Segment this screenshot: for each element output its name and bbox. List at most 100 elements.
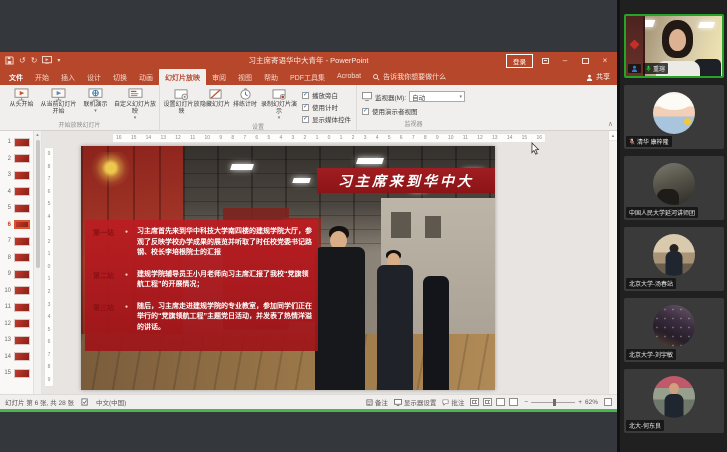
notes-button[interactable]: 备注 <box>366 397 388 407</box>
setup-slideshow-button[interactable]: 设置幻灯片放映 <box>163 87 200 116</box>
thumbnail-scrollbar[interactable]: ▴ <box>34 131 42 394</box>
present-online-button[interactable]: 联机演示 ▾ <box>77 87 114 115</box>
reading-view-button[interactable] <box>496 398 505 406</box>
scroll-up-icon[interactable]: ▴ <box>34 131 41 139</box>
video-tile[interactable]: 清华 康梓隆 <box>624 85 724 149</box>
language-status[interactable]: 中文(中国) <box>96 397 126 407</box>
scrollbar-thumb[interactable] <box>36 140 40 268</box>
tab-review[interactable]: 审阅 <box>206 69 232 85</box>
from-beginning-button[interactable]: 从头开始 <box>3 87 40 109</box>
ruler-tick-label: 4 <box>376 135 379 141</box>
login-button[interactable]: 登录 <box>506 54 533 68</box>
tab-slideshow[interactable]: 幻灯片放映 <box>159 69 206 85</box>
checkbox-checked-icon: ✓ <box>362 108 369 115</box>
video-tile[interactable]: 北京大学-汤春站 <box>624 227 724 291</box>
video-tile[interactable]: 中国人民大学延河讲师团 <box>624 156 724 220</box>
zoom-slider[interactable] <box>531 402 575 403</box>
tab-acrobat[interactable]: Acrobat <box>331 69 367 85</box>
use-presenter-view-checkbox[interactable]: ✓ 使用演示者视图 <box>362 106 465 116</box>
avatar-sunset-silhouette <box>653 234 695 276</box>
restore-button[interactable] <box>577 54 593 67</box>
monitor-select[interactable]: 自动 ▾ <box>409 91 465 102</box>
spellcheck-icon[interactable] <box>81 398 89 406</box>
slide-thumbnail[interactable]: 5 <box>0 200 33 217</box>
slide-number: 4 <box>3 189 11 195</box>
ruler-tick-label: 5 <box>48 201 51 207</box>
share-button[interactable]: 共享 <box>586 69 614 85</box>
record-slideshow-label: 录制幻灯片演示 <box>260 102 298 116</box>
ruler-tick-label: 13 <box>492 135 498 141</box>
setup-slideshow-label: 设置幻灯片放映 <box>163 102 200 116</box>
hide-slide-button[interactable]: 隐藏幻灯片 <box>200 87 230 109</box>
tab-design[interactable]: 设计 <box>81 69 107 85</box>
slide-thumbnail[interactable]: 10 <box>0 283 33 300</box>
zoom-in-icon[interactable]: + <box>578 399 582 406</box>
fit-to-window-icon[interactable] <box>604 398 612 406</box>
tab-help[interactable]: 帮助 <box>258 69 284 85</box>
collapse-ribbon-icon[interactable]: ∧ <box>608 120 613 128</box>
slide-thumbnail[interactable]: 2 <box>0 151 33 168</box>
zoom-control: − + 62% <box>524 399 598 406</box>
show-media-controls-checkbox[interactable]: ✓ 显示媒体控件 <box>302 114 351 124</box>
from-current-slide-button[interactable]: 从当前幻灯片开始 <box>40 87 77 116</box>
monitor-icon <box>362 92 372 101</box>
station-1-text: 习主席首先来到华中科技大学南四楼的建规学院大厅，参观了反映学校办学成果的展览并听… <box>137 227 312 259</box>
slideshow-view-button[interactable] <box>509 398 518 406</box>
slide-title-text: 习主席来到华中大 <box>338 171 474 191</box>
undo-icon[interactable]: ↺ <box>19 57 26 65</box>
slide-thumbnail[interactable]: 12 <box>0 316 33 333</box>
tab-home[interactable]: 开始 <box>29 69 55 85</box>
slide-area-scrollbar[interactable]: ▴ <box>608 131 617 394</box>
tab-pdf-tools[interactable]: PDF工具集 <box>284 69 331 85</box>
tell-me-search[interactable]: 告诉我你想要做什么 <box>367 69 452 85</box>
slide-thumbnail[interactable]: 3 <box>0 167 33 184</box>
slide-thumbnail[interactable]: 15 <box>0 365 33 382</box>
slide-thumbnail[interactable]: 8 <box>0 250 33 267</box>
save-icon[interactable] <box>5 56 14 65</box>
slide-counter: 幻灯片 第 6 张, 共 28 张 <box>5 397 74 407</box>
rehearse-timings-button[interactable]: 排练计时 <box>230 87 260 109</box>
slide-thumbnail[interactable]: 4 <box>0 184 33 201</box>
tab-file[interactable]: 文件 <box>3 69 29 85</box>
video-tile-self[interactable]: 重瑢 <box>624 14 724 78</box>
slide-thumbnail[interactable]: 14 <box>0 349 33 366</box>
use-timings-checkbox[interactable]: ✓ 使用计时 <box>302 102 351 112</box>
slide-thumbnail[interactable]: 11 <box>0 299 33 316</box>
slide-number: 1 <box>3 139 11 145</box>
slide-thumbnail[interactable]: 13 <box>0 332 33 349</box>
video-tile[interactable]: 北京大学-刘宇敏 <box>624 298 724 362</box>
video-tile[interactable]: 北大-何东良 <box>624 369 724 433</box>
comments-button[interactable]: 批注 <box>442 397 464 407</box>
minimize-button[interactable]: – <box>557 54 573 67</box>
ruler-tick-label: 4 <box>279 135 282 141</box>
slide-thumbnail[interactable]: 6 <box>0 217 33 234</box>
slide-canvas[interactable]: 习主席来到华中大 第一站 ● 习主席首先来到华中科技大学南四楼的建规学院大厅，参… <box>81 146 495 390</box>
play-narrations-checkbox[interactable]: ✓ 播放旁白 <box>302 90 351 100</box>
ribbon-display-options-icon[interactable] <box>537 54 553 67</box>
display-settings-button[interactable]: 显示器设置 <box>394 397 437 407</box>
ruler-tick-label: 13 <box>160 135 166 141</box>
slide-sorter-view-button[interactable] <box>483 398 492 406</box>
slideshow-quick-icon[interactable] <box>42 56 52 65</box>
tab-insert[interactable]: 插入 <box>55 69 81 85</box>
ruler-tick-label: 8 <box>48 364 51 370</box>
tab-animations[interactable]: 动画 <box>133 69 159 85</box>
redo-icon[interactable]: ↻ <box>31 57 38 65</box>
slide-thumbnail[interactable]: 9 <box>0 266 33 283</box>
slide-thumbnail[interactable]: 7 <box>0 233 33 250</box>
record-slideshow-button[interactable]: 录制幻灯片演示 ▾ <box>260 87 298 122</box>
slide-thumbnail[interactable]: 1 <box>0 134 33 151</box>
scroll-up-icon[interactable]: ▴ <box>609 131 617 141</box>
zoom-level[interactable]: 62% <box>585 399 598 406</box>
slide-text-panel: 第一站 ● 习主席首先来到华中科技大学南四楼的建规学院大厅，参观了反映学校办学成… <box>85 220 318 351</box>
mic-on-icon <box>646 65 651 72</box>
zoom-slider-thumb[interactable] <box>553 399 556 406</box>
zoom-out-icon[interactable]: − <box>524 399 528 406</box>
custom-slideshow-button[interactable]: 自定义幻灯片放映 ▾ <box>114 87 156 122</box>
monitor-row: 监视器(M): 自动 ▾ <box>362 91 465 102</box>
tab-transitions[interactable]: 切换 <box>107 69 133 85</box>
tab-view[interactable]: 视图 <box>232 69 258 85</box>
normal-view-button[interactable] <box>470 398 479 406</box>
customize-qat-icon[interactable]: ▾ <box>57 58 60 64</box>
close-button[interactable]: × <box>597 54 613 67</box>
